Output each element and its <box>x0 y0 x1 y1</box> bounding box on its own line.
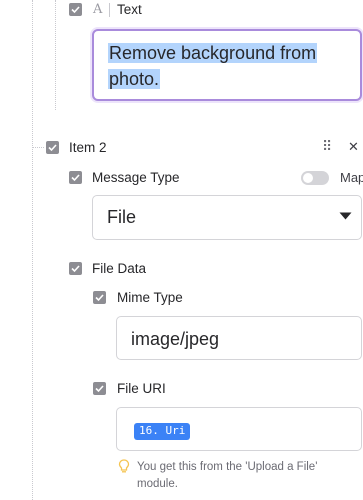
mime-type-checkbox[interactable] <box>93 291 106 304</box>
file-data-label: File Data <box>92 261 147 276</box>
item2-checkbox[interactable] <box>46 141 59 154</box>
map-toggle-label: Map <box>340 170 363 185</box>
lightbulb-icon <box>118 459 130 473</box>
tree-guide-outer <box>32 0 33 500</box>
message-type-selected: File <box>107 207 137 227</box>
message-type-checkbox[interactable] <box>69 171 82 184</box>
file-data-checkbox[interactable] <box>69 262 82 275</box>
chevron-down-icon <box>339 212 352 220</box>
message-type-label: Message Type <box>92 170 180 185</box>
text-type-icon: A <box>93 2 103 17</box>
uri-mapping-pill[interactable]: 16. Uri <box>134 423 191 440</box>
close-icon[interactable]: ✕ <box>348 139 359 155</box>
text-label: Text <box>117 2 142 17</box>
file-uri-checkbox[interactable] <box>93 382 106 395</box>
file-uri-input[interactable]: 16. Uri <box>116 407 362 451</box>
file-uri-hint-line2: module. <box>137 478 178 490</box>
message-type-select[interactable]: File <box>92 195 362 240</box>
label-divider <box>109 3 110 17</box>
tree-guide-inner <box>55 0 56 110</box>
tree-branch-item2 <box>32 147 44 148</box>
file-uri-hint: You get this from the 'Upload a File' mo… <box>137 459 317 493</box>
map-toggle[interactable] <box>301 171 329 185</box>
file-uri-label: File URI <box>117 381 166 396</box>
text-checkbox[interactable] <box>69 3 82 16</box>
drag-handle-icon[interactable]: ⠿ <box>322 138 332 155</box>
text-value-line2: photo. <box>108 69 161 89</box>
mime-type-label: Mime Type <box>117 290 183 305</box>
mime-type-value: image/jpeg <box>131 329 220 349</box>
mime-type-input[interactable]: image/jpeg <box>116 316 362 360</box>
file-uri-hint-line1: You get this from the 'Upload a File' <box>137 461 318 473</box>
item2-label: Item 2 <box>69 140 107 155</box>
text-value-line1: Remove background from <box>108 43 318 63</box>
text-value-textarea[interactable]: Remove background from photo. <box>92 29 362 101</box>
map-toggle-knob <box>303 173 313 183</box>
